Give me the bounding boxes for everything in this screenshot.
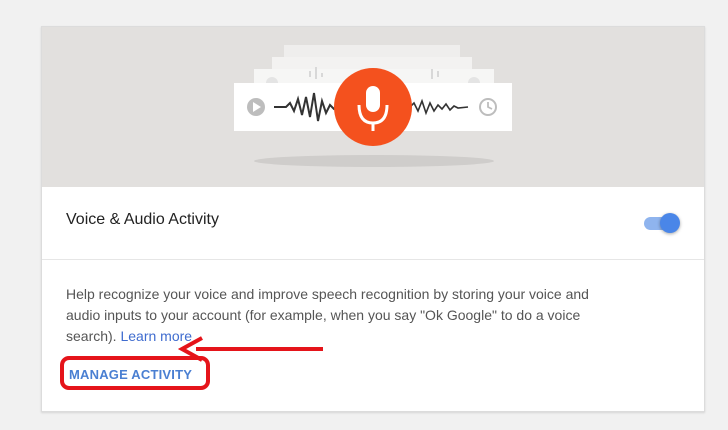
voice-audio-activity-card: Voice & Audio Activity Help recognize yo…	[41, 26, 705, 412]
setting-title: Voice & Audio Activity	[66, 211, 219, 228]
voice-activity-toggle[interactable]	[642, 212, 680, 234]
play-icon	[247, 98, 265, 116]
microphone-icon	[334, 68, 412, 146]
setting-description: Help recognize your voice and improve sp…	[66, 284, 606, 347]
manage-activity-label: MANAGE ACTIVITY	[69, 367, 193, 382]
annotation-arrow-icon	[177, 336, 323, 362]
voice-illustration	[42, 27, 704, 187]
setting-row: Voice & Audio Activity	[42, 187, 704, 260]
toggle-thumb	[660, 213, 680, 233]
